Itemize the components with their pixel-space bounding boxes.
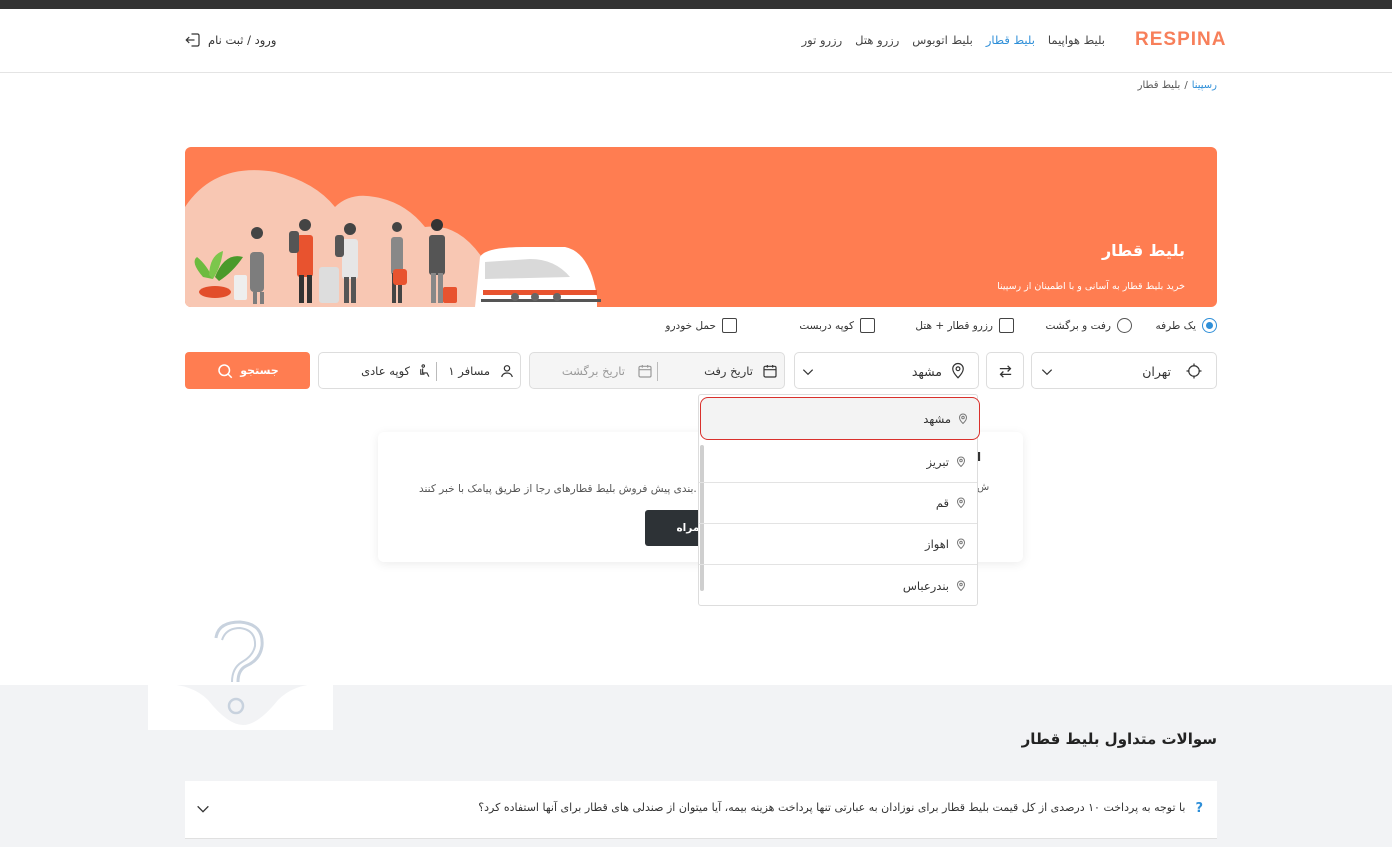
- car-transport-checkbox[interactable]: [722, 318, 737, 333]
- banner-title: بلیط قطار: [1101, 241, 1185, 260]
- origin-field[interactable]: تهران: [1031, 352, 1217, 389]
- round-trip-label: رفت و برگشت: [1045, 319, 1111, 332]
- destination-field[interactable]: مشهد: [794, 352, 979, 389]
- nav-hotel[interactable]: رزرو هتل: [855, 33, 899, 47]
- dropdown-item-tabriz[interactable]: تبریز: [699, 442, 977, 483]
- breadcrumb: رسپینا / بلیط قطار: [1138, 80, 1217, 91]
- faq-item[interactable]: ? با توجه به پرداخت ۱۰ درصدی از کل قیمت …: [185, 781, 1217, 839]
- question-mark-decoration: [148, 620, 333, 730]
- login-button[interactable]: ورود / ثبت نام: [184, 31, 276, 49]
- calendar-icon: [763, 365, 777, 378]
- breadcrumb-current: بلیط قطار: [1137, 80, 1181, 91]
- swap-button[interactable]: [986, 352, 1024, 389]
- location-pin-icon: [956, 538, 966, 550]
- faq-question-text: با توجه به پرداخت ۱۰ درصدی از کل قیمت بل…: [478, 801, 1186, 814]
- dropdown-item-mashhad[interactable]: مشهد: [700, 397, 980, 440]
- calendar-icon: [638, 365, 652, 378]
- nav-tour[interactable]: رزرو تور: [802, 33, 843, 47]
- coupe-checkbox[interactable]: [860, 318, 875, 333]
- seat-icon: [420, 364, 430, 377]
- swap-icon: [999, 365, 1012, 378]
- train-hotel-checkbox[interactable]: [999, 318, 1014, 333]
- top-strip: [0, 0, 1392, 9]
- crosshair-icon: [1186, 363, 1202, 379]
- option-train-hotel[interactable]: رزرو قطار + هتل: [915, 318, 1014, 333]
- location-pin-icon: [956, 580, 966, 591]
- banner-subtitle: خرید بلیط قطار به آسانی و با اطمینان از …: [997, 281, 1185, 292]
- location-pin-icon: [956, 497, 966, 509]
- trip-options: یک طرفه رفت و برگشت رزرو قطار + هتل کوپه…: [657, 318, 1217, 336]
- notify-line: ش: [977, 482, 990, 493]
- date-field[interactable]: تاریخ رفت تاریخ برگشت: [529, 352, 785, 389]
- dropdown-item-label: اهواز: [925, 537, 949, 551]
- chevron-down-icon: [802, 369, 814, 376]
- faq-question: ? با توجه به پرداخت ۱۰ درصدی از کل قیمت …: [478, 801, 1203, 816]
- chevron-down-icon[interactable]: [195, 801, 211, 817]
- date-divider: [657, 362, 658, 381]
- main-nav: بلیط هواپیما بلیط قطار بلیط اتوبوس رزرو …: [802, 33, 1105, 47]
- dropdown-item-ahvaz[interactable]: اهواز: [699, 524, 977, 565]
- dropdown-item-qom[interactable]: قم: [699, 483, 977, 524]
- search-button-label: جستجو: [240, 364, 279, 377]
- nav-bus[interactable]: بلیط اتوبوس: [912, 33, 973, 47]
- destination-value: مشهد: [911, 364, 942, 379]
- breadcrumb-home[interactable]: رسپینا: [1192, 80, 1217, 91]
- breadcrumb-separator: /: [1184, 80, 1188, 91]
- car-transport-label: حمل خودرو: [665, 319, 716, 332]
- chevron-down-icon: [1041, 369, 1053, 376]
- passenger-count: ۱ مسافر: [448, 364, 490, 378]
- location-pin-icon: [956, 456, 966, 468]
- one-way-label: یک طرفه: [1155, 319, 1196, 332]
- location-pin-icon: [958, 413, 968, 424]
- train-hotel-label: رزرو قطار + هتل: [915, 319, 993, 332]
- dropdown-item-label: قم: [935, 496, 949, 510]
- origin-value: تهران: [1142, 364, 1171, 379]
- dropdown-item-label: تبریز: [926, 455, 949, 469]
- return-date-placeholder[interactable]: تاریخ برگشت: [562, 364, 625, 378]
- coupe-label: کوپه دربست: [799, 319, 854, 332]
- question-icon: ?: [1195, 801, 1203, 816]
- dropdown-item-label: بندرعباس: [902, 578, 949, 593]
- nav-flight[interactable]: بلیط هواپیما: [1048, 33, 1105, 47]
- login-label: ورود / ثبت نام: [208, 33, 277, 47]
- dropdown-item-bandar-abbas[interactable]: بندرعباس: [699, 565, 977, 606]
- respina-logo[interactable]: RESPINA: [1135, 29, 1226, 51]
- location-pin-icon: [952, 362, 964, 379]
- option-car-transport[interactable]: حمل خودرو: [665, 318, 737, 333]
- user-icon: [501, 365, 513, 378]
- login-icon: [185, 33, 200, 47]
- notify-text: بندی پیش فروش بلیط قطارهای رجا از طریق پ…: [419, 483, 697, 495]
- nav-train[interactable]: بلیط قطار: [986, 33, 1035, 47]
- search-icon: [218, 363, 233, 378]
- one-way-radio[interactable]: [1202, 318, 1217, 333]
- train-travelers-illustration: [185, 170, 601, 307]
- round-trip-radio[interactable]: [1117, 318, 1132, 333]
- dropdown-item-label: مشهد: [923, 411, 951, 426]
- passenger-field[interactable]: ۱ مسافر کوپه عادی: [318, 352, 521, 389]
- faq-title: سوالات متداول بلیط قطار: [1021, 730, 1217, 748]
- depart-date-placeholder[interactable]: تاریخ رفت: [704, 364, 753, 378]
- option-coupe[interactable]: کوپه دربست: [799, 318, 875, 333]
- search-button[interactable]: جستجو: [185, 352, 310, 389]
- passenger-divider: [436, 362, 437, 381]
- hero-banner: بلیط قطار خرید بلیط قطار به آسانی و با ا…: [185, 147, 1217, 307]
- option-one-way[interactable]: یک طرفه: [1156, 318, 1217, 333]
- destination-dropdown: مشهد تبریز قم اهواز بندرعباس: [698, 394, 980, 606]
- option-round-trip[interactable]: رفت و برگشت: [1045, 318, 1132, 333]
- header: RESPINA بلیط هواپیما بلیط قطار بلیط اتوب…: [0, 9, 1392, 73]
- coupe-type: کوپه عادی: [361, 364, 410, 378]
